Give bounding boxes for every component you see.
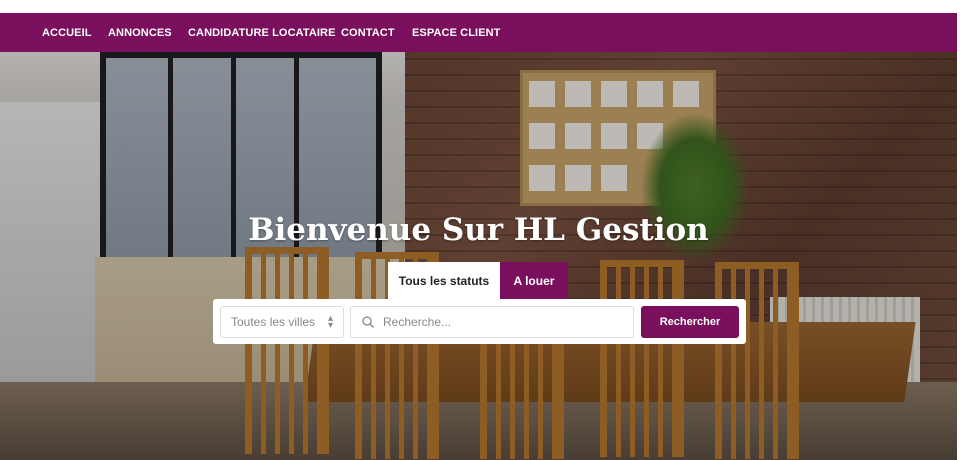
nav-item-espace-client[interactable]: ESPACE CLIENT [412,27,501,39]
nav-item-accueil[interactable]: ACCUEIL [42,27,92,39]
chevron-up-down-icon: ▴ ▾ [327,313,333,331]
tab-a-louer[interactable]: A louer [500,262,568,300]
main-navbar: ACCUEIL ANNONCES CANDIDATURE LOCATAIRE C… [0,13,957,52]
tab-tous-les-statuts[interactable]: Tous les statuts [388,262,500,300]
hero-section: Bienvenue Sur HL Gestion Tous les statut… [0,52,957,460]
search-field[interactable] [350,306,634,338]
nav-item-contact[interactable]: CONTACT [341,27,395,39]
hero-title: Bienvenue Sur HL Gestion [248,212,709,248]
nav-item-candidature-locataire[interactable]: CANDIDATURE LOCATAIRE [188,27,336,39]
search-button[interactable]: Rechercher [641,306,739,338]
nav-item-annonces[interactable]: ANNONCES [108,27,172,39]
search-icon [362,316,374,328]
search-box: Toutes les villes ▴▾ Rechercher [213,299,746,344]
top-strip [0,0,960,13]
city-select-value: Toutes les villes [231,315,316,329]
status-tabs: Tous les statuts A louer [388,262,568,300]
search-input[interactable] [381,314,615,330]
city-select[interactable]: Toutes les villes ▴ ▾ [220,306,344,338]
